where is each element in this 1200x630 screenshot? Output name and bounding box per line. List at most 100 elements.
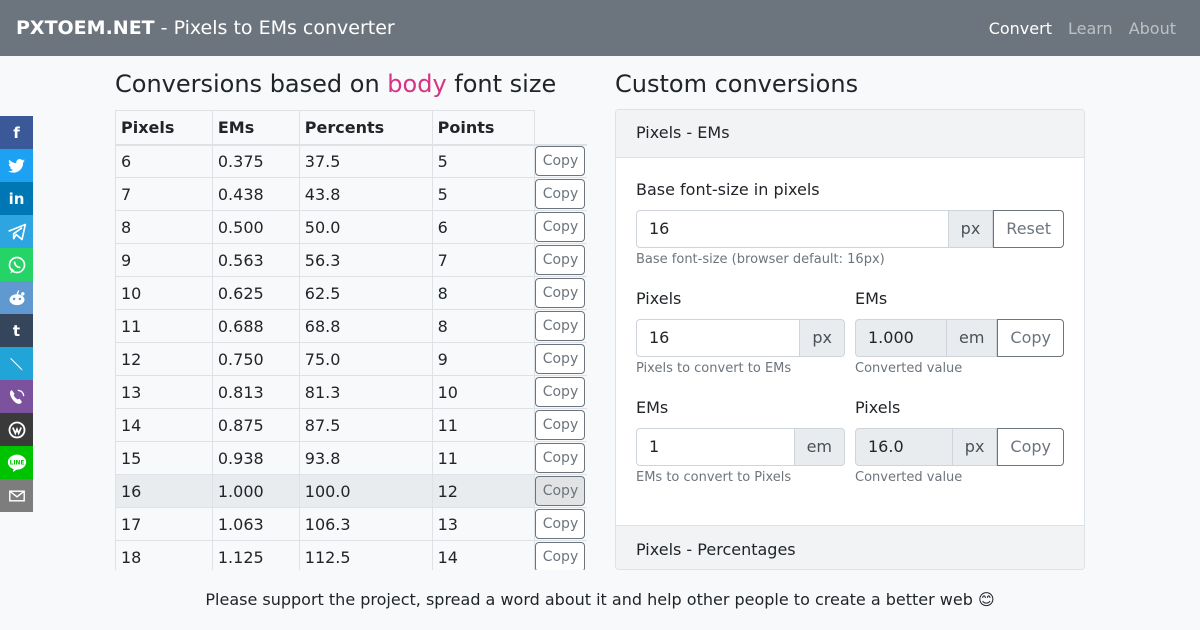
copy-row-button[interactable]: Copy — [535, 377, 586, 407]
cell-percents: 75.0 — [298, 342, 433, 376]
nav-learn[interactable]: Learn — [1068, 19, 1113, 38]
copy-row-button[interactable]: Copy — [535, 245, 586, 275]
viber-share-button[interactable] — [0, 380, 33, 413]
copy-row-button[interactable]: Copy — [535, 476, 586, 506]
cell-actions: Copy — [534, 507, 587, 541]
telegram-icon — [7, 223, 26, 240]
linkedin-icon: in — [8, 189, 25, 208]
copy-row-button[interactable]: Copy — [535, 542, 586, 570]
cell-percents: 106.3 — [298, 507, 433, 541]
cell-percents: 100.0 — [298, 474, 433, 508]
pixels-output-help: Converted value — [855, 470, 963, 485]
tumblr-share-button[interactable]: t — [0, 314, 33, 347]
copy-row-button[interactable]: Copy — [535, 278, 586, 308]
cell-ems: 0.750 — [211, 342, 300, 376]
cell-points: 14 — [431, 540, 536, 570]
nav-about[interactable]: About — [1129, 19, 1176, 38]
livejournal-share-button[interactable] — [0, 347, 33, 380]
cell-actions: Copy — [534, 474, 587, 508]
workplace-share-button[interactable] — [0, 413, 33, 446]
table-row: 14 0.875 87.5 11 Copy — [115, 408, 587, 442]
ems-unit-addon: em — [794, 428, 845, 466]
cell-pixels: 18 — [115, 540, 213, 570]
table-body: 6 0.375 37.5 5 Copy 7 0.438 43.8 5 Copy 8 0.500 50.0… — [115, 144, 587, 570]
cell-percents: 50.0 — [298, 210, 433, 244]
telegram-share-button[interactable] — [0, 215, 33, 248]
pixels-input-group: 16 px — [636, 319, 845, 357]
cell-ems: 1.125 — [211, 540, 300, 570]
cell-points: 6 — [431, 210, 536, 244]
copy-pixels-button[interactable]: Copy — [997, 428, 1064, 466]
copy-row-button[interactable]: Copy — [535, 410, 586, 440]
whatsapp-share-button[interactable] — [0, 248, 33, 281]
workplace-icon — [8, 421, 25, 438]
copy-row-button[interactable]: Copy — [535, 146, 586, 177]
facebook-icon: f — [13, 123, 20, 142]
table-row: 12 0.750 75.0 9 Copy — [115, 342, 587, 376]
ems-output-help: Converted value — [855, 361, 963, 376]
pixels-output-label: Pixels — [855, 398, 901, 417]
email-share-button[interactable] — [0, 479, 33, 512]
line-icon: LINE — [7, 454, 26, 472]
ems-help: EMs to convert to Pixels — [636, 470, 792, 485]
title-prefix: Conversions based on — [115, 70, 388, 98]
copy-row-button[interactable]: Copy — [535, 509, 586, 539]
cell-pixels: 13 — [115, 375, 213, 409]
cell-ems: 0.625 — [211, 276, 300, 310]
cell-points: 11 — [431, 408, 536, 442]
table-row: 6 0.375 37.5 5 Copy — [115, 144, 587, 178]
base-font-size-help: Base font-size (browser default: 16px) — [636, 252, 885, 267]
cell-points: 5 — [431, 144, 536, 178]
cell-percents: 37.5 — [298, 144, 433, 178]
ems-output-field[interactable]: 1.000 — [855, 319, 947, 357]
pixels-input[interactable]: 16 — [636, 319, 801, 357]
cell-actions: Copy — [534, 276, 587, 310]
cell-ems: 0.563 — [211, 243, 300, 277]
cell-pixels: 10 — [115, 276, 213, 310]
copy-row-button[interactable]: Copy — [535, 179, 586, 209]
copy-row-button[interactable]: Copy — [535, 443, 586, 473]
pixels-output-field[interactable]: 16.0 — [855, 428, 953, 466]
linkedin-share-button[interactable]: in — [0, 182, 33, 215]
base-font-size-group: 16 px Reset — [636, 210, 1064, 248]
base-font-size-input[interactable]: 16 — [636, 210, 949, 248]
cell-points: 9 — [431, 342, 536, 376]
cell-actions: Copy — [534, 309, 587, 343]
twitter-share-button[interactable] — [0, 149, 33, 182]
reddit-share-button[interactable] — [0, 281, 33, 314]
whatsapp-icon — [8, 256, 25, 273]
pixels-unit-addon: px — [800, 319, 845, 357]
brand[interactable]: PXTOEM.NET - Pixels to EMs converter — [16, 0, 395, 56]
line-share-button[interactable]: LINE — [0, 446, 33, 479]
card-header[interactable]: Pixels - EMs — [616, 110, 1084, 158]
pixels-percentages-header[interactable]: Pixels - Percentages — [616, 525, 1084, 569]
facebook-share-button[interactable]: f — [0, 116, 33, 149]
cell-actions: Copy — [534, 144, 587, 178]
pixels-output-group: 16.0 px Copy — [855, 428, 1064, 466]
conversion-table-wrapper[interactable]: Pixels EMs Percents Points 6 0.375 37.5 5 Co… — [115, 110, 587, 570]
column-header-pixels: Pixels — [115, 110, 213, 146]
support-message: Please support the project, spread a wor… — [205, 590, 995, 609]
cell-ems: 1.063 — [211, 507, 300, 541]
cell-ems: 0.813 — [211, 375, 300, 409]
base-font-size-label: Base font-size in pixels — [636, 180, 820, 199]
nav-links: Convert Learn About — [989, 0, 1176, 56]
copy-row-button[interactable]: Copy — [535, 311, 586, 341]
ems-input[interactable]: 1 — [636, 428, 795, 466]
cell-percents: 43.8 — [298, 177, 433, 211]
cell-percents: 68.8 — [298, 309, 433, 343]
cell-percents: 93.8 — [298, 441, 433, 475]
copy-row-button[interactable]: Copy — [535, 344, 586, 374]
reset-button[interactable]: Reset — [993, 210, 1064, 248]
cell-actions: Copy — [534, 243, 587, 277]
cell-actions: Copy — [534, 540, 587, 570]
column-header-percents: Percents — [298, 110, 433, 146]
copy-ems-button[interactable]: Copy — [997, 319, 1064, 357]
reddit-icon — [9, 289, 24, 305]
cell-pixels: 16 — [115, 474, 213, 508]
table-row: 10 0.625 62.5 8 Copy — [115, 276, 587, 310]
copy-row-button[interactable]: Copy — [535, 212, 586, 242]
cell-points: 13 — [431, 507, 536, 541]
nav-convert[interactable]: Convert — [989, 19, 1052, 38]
cell-actions: Copy — [534, 408, 587, 442]
